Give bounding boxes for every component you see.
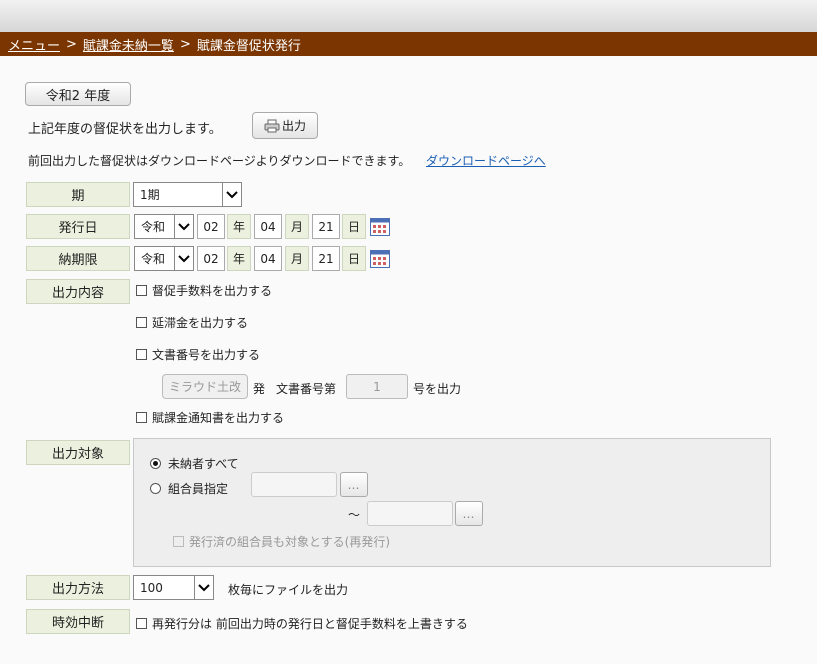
overwrite-checkbox-label: 再発行分は 前回出力時の発行日と督促手数料を上書きする — [152, 617, 468, 631]
breadcrumb: メニュー > 賦課金未納一覧 > 賦課金督促状発行 — [0, 32, 817, 56]
fee-checkbox-row[interactable]: 督促手数料を出力する — [136, 282, 272, 299]
issue-era-select[interactable]: 令和 — [134, 214, 194, 239]
chevron-down-icon — [174, 247, 193, 270]
fee-checkbox[interactable] — [136, 285, 147, 296]
docno-suffix: 号を出力 — [413, 382, 462, 396]
radio-member-row[interactable]: 組合員指定 — [150, 480, 228, 497]
issue-month-unit: 月 — [285, 214, 309, 239]
due-era-select[interactable]: 令和 — [134, 246, 194, 271]
docno-checkbox-row[interactable]: 文書番号を出力する — [136, 346, 260, 363]
issue-date-label: 発行日 — [26, 214, 130, 239]
print-button[interactable]: 出力 — [252, 112, 318, 139]
docno-checkbox-label: 文書番号を出力する — [152, 348, 261, 362]
calendar-icon[interactable] — [370, 250, 390, 268]
reissue-checkbox-label: 発行済の組合員も対象とする(再発行) — [189, 535, 391, 549]
issue-month-input[interactable]: 04 — [254, 214, 282, 239]
due-date-label: 納期限 — [26, 246, 130, 271]
docno-prefix: 文書番号第 — [276, 382, 337, 396]
late-fee-checkbox-row[interactable]: 延滞金を出力する — [136, 314, 248, 331]
due-month-input[interactable]: 04 — [254, 246, 282, 271]
docno-input[interactable]: 1 — [346, 374, 408, 399]
output-method-select[interactable]: 100 — [133, 575, 214, 600]
prescription-label: 時効中断 — [26, 609, 130, 634]
printer-icon — [264, 119, 280, 132]
member-to-input[interactable] — [367, 501, 453, 526]
radio-all-row[interactable]: 未納者すべて — [150, 455, 239, 472]
print-button-label: 出力 — [281, 119, 306, 133]
calendar-icon[interactable] — [370, 218, 390, 236]
notice-checkbox[interactable] — [136, 412, 147, 423]
download-page-link[interactable]: ダウンロードページへ — [426, 152, 546, 169]
intro-text: 上記年度の督促状を出力します。 — [28, 122, 222, 137]
breadcrumb-list-link[interactable]: 賦課金未納一覧 — [83, 35, 174, 54]
period-label: 期 — [26, 182, 130, 207]
notice-checkbox-label: 賦課金通知書を出力する — [152, 411, 285, 425]
docno-checkbox[interactable] — [136, 349, 147, 360]
radio-member-label: 組合員指定 — [168, 482, 229, 496]
reissue-checkbox[interactable] — [173, 536, 184, 547]
output-target-label: 出力対象 — [26, 440, 130, 465]
overwrite-checkbox-row[interactable]: 再発行分は 前回出力時の発行日と督促手数料を上書きする — [136, 615, 468, 632]
breadcrumb-separator: > — [66, 36, 77, 52]
notice-checkbox-row[interactable]: 賦課金通知書を出力する — [136, 409, 284, 426]
radio-all[interactable] — [150, 458, 161, 469]
reissue-checkbox-row[interactable]: 発行済の組合員も対象とする(再発行) — [173, 533, 390, 550]
issue-day-unit: 日 — [342, 214, 366, 239]
output-method-label: 出力方法 — [26, 575, 130, 600]
chevron-down-icon — [222, 183, 241, 206]
member-from-input[interactable] — [251, 472, 337, 497]
radio-all-label: 未納者すべて — [168, 457, 239, 471]
issue-day-input[interactable]: 21 — [312, 214, 340, 239]
hatsu-text: 発 — [253, 382, 266, 396]
fee-checkbox-label: 督促手数料を出力する — [152, 284, 273, 298]
member-from-lookup-button[interactable]: … — [340, 472, 368, 497]
breadcrumb-current: 賦課金督促状発行 — [196, 38, 301, 54]
office-name-input[interactable]: ミラウド土改 — [162, 374, 248, 399]
late-fee-checkbox[interactable] — [136, 317, 147, 328]
fiscal-year-button[interactable]: 令和2 年度 — [25, 82, 131, 106]
issue-era-value: 令和 — [141, 220, 166, 234]
period-select[interactable]: 1期 — [133, 182, 242, 207]
period-select-value: 1期 — [140, 188, 160, 202]
due-year-unit: 年 — [227, 246, 251, 271]
due-day-input[interactable]: 21 — [312, 246, 340, 271]
chevron-down-icon — [194, 576, 213, 599]
range-tilde: ～ — [348, 508, 361, 522]
issue-year-input[interactable]: 02 — [197, 214, 225, 239]
due-era-value: 令和 — [141, 252, 166, 266]
late-fee-checkbox-label: 延滞金を出力する — [152, 316, 249, 330]
overwrite-checkbox[interactable] — [136, 618, 147, 629]
due-year-input[interactable]: 02 — [197, 246, 225, 271]
window-top-bar — [0, 0, 817, 32]
member-to-lookup-button[interactable]: … — [455, 501, 483, 526]
due-day-unit: 日 — [342, 246, 366, 271]
breadcrumb-separator: > — [179, 36, 191, 52]
radio-member[interactable] — [150, 483, 161, 494]
output-method-value: 100 — [140, 580, 163, 595]
due-month-unit: 月 — [285, 246, 309, 271]
output-content-label: 出力内容 — [26, 279, 130, 304]
breadcrumb-menu-link[interactable]: メニュー — [8, 35, 60, 54]
issue-year-unit: 年 — [227, 214, 251, 239]
chevron-down-icon — [174, 215, 193, 238]
output-method-suffix: 枚毎にファイルを出力 — [228, 583, 349, 597]
download-notice: 前回出力した督促状はダウンロードページよりダウンロードできます。 — [28, 154, 411, 168]
